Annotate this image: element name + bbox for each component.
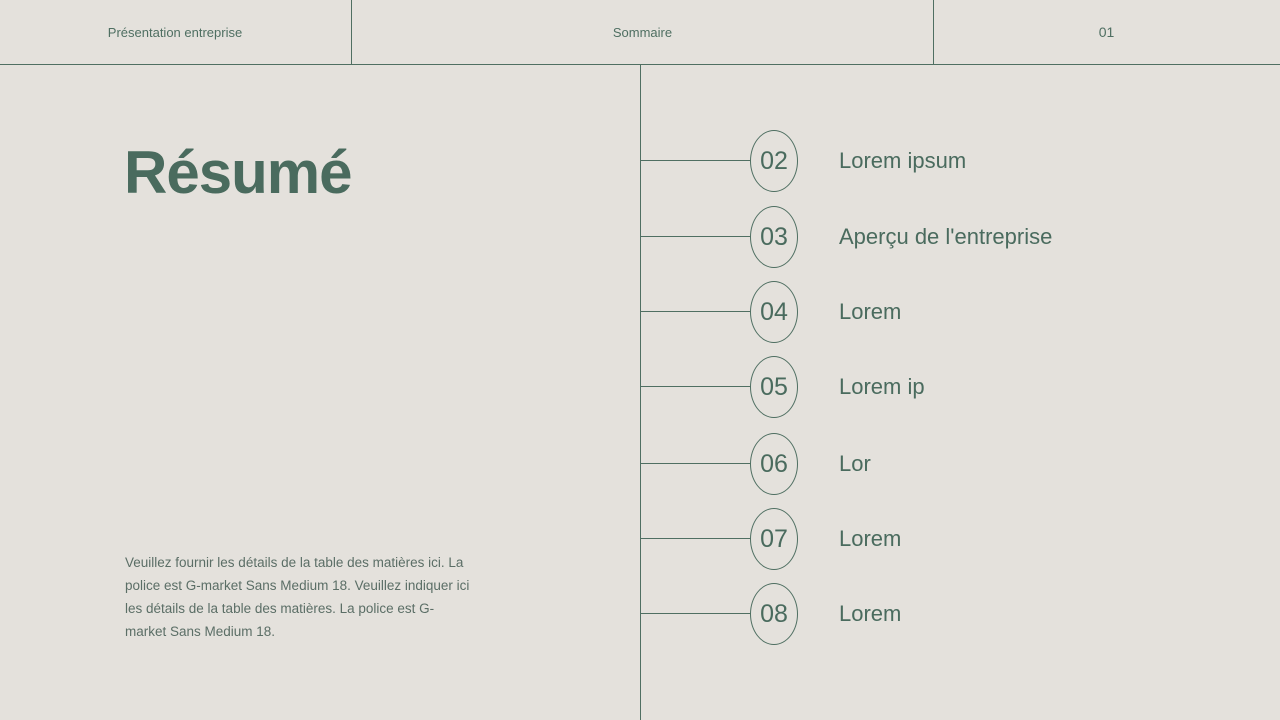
toc-item-label: Lorem ipsum (839, 148, 967, 173)
toc-item-label: Lorem ip (839, 374, 925, 399)
toc-item: 08 Lorem (641, 583, 1241, 645)
toc-item-number: 07 (750, 508, 798, 570)
page-title: Résumé (124, 139, 352, 206)
toc-item-label: Lor (839, 451, 871, 476)
toc-item-label: Lorem (839, 299, 902, 324)
toc-item: 05 Lorem ip (641, 356, 1241, 418)
toc-connector-line (641, 236, 751, 237)
toc-connector-line (641, 160, 751, 161)
toc-item-label: Lorem (839, 601, 902, 626)
toc-item-label: Lorem (839, 526, 902, 551)
toc-item-number: 08 (750, 583, 798, 645)
toc-item-number: 02 (750, 130, 798, 192)
toc-item: 06 Lor (641, 433, 1241, 495)
toc-connector-line (641, 613, 751, 614)
toc-item-label: Aperçu de l'entreprise (839, 224, 1053, 249)
toc-item-number: 04 (750, 281, 798, 343)
toc-item-number: 03 (750, 206, 798, 268)
toc-item: 03 Aperçu de l'entreprise (641, 206, 1241, 268)
toc-connector-line (641, 386, 751, 387)
slide-header: Présentation entreprise Sommaire 01 (0, 0, 1280, 65)
header-section: Sommaire (351, 0, 934, 64)
description-text: Veuillez fournir les détails de la table… (125, 555, 470, 639)
header-page-number: 01 (1098, 24, 1115, 40)
toc-item: 02 Lorem ipsum (641, 130, 1241, 192)
toc-item-number: 06 (750, 433, 798, 495)
toc-item-number: 05 (750, 356, 798, 418)
toc-connector-line (641, 538, 751, 539)
toc-item: 07 Lorem (641, 508, 1241, 570)
toc-connector-line (641, 311, 751, 312)
toc-connector-line (641, 463, 751, 464)
toc-item: 04 Lorem (641, 281, 1241, 343)
header-company: Présentation entreprise (107, 24, 243, 40)
